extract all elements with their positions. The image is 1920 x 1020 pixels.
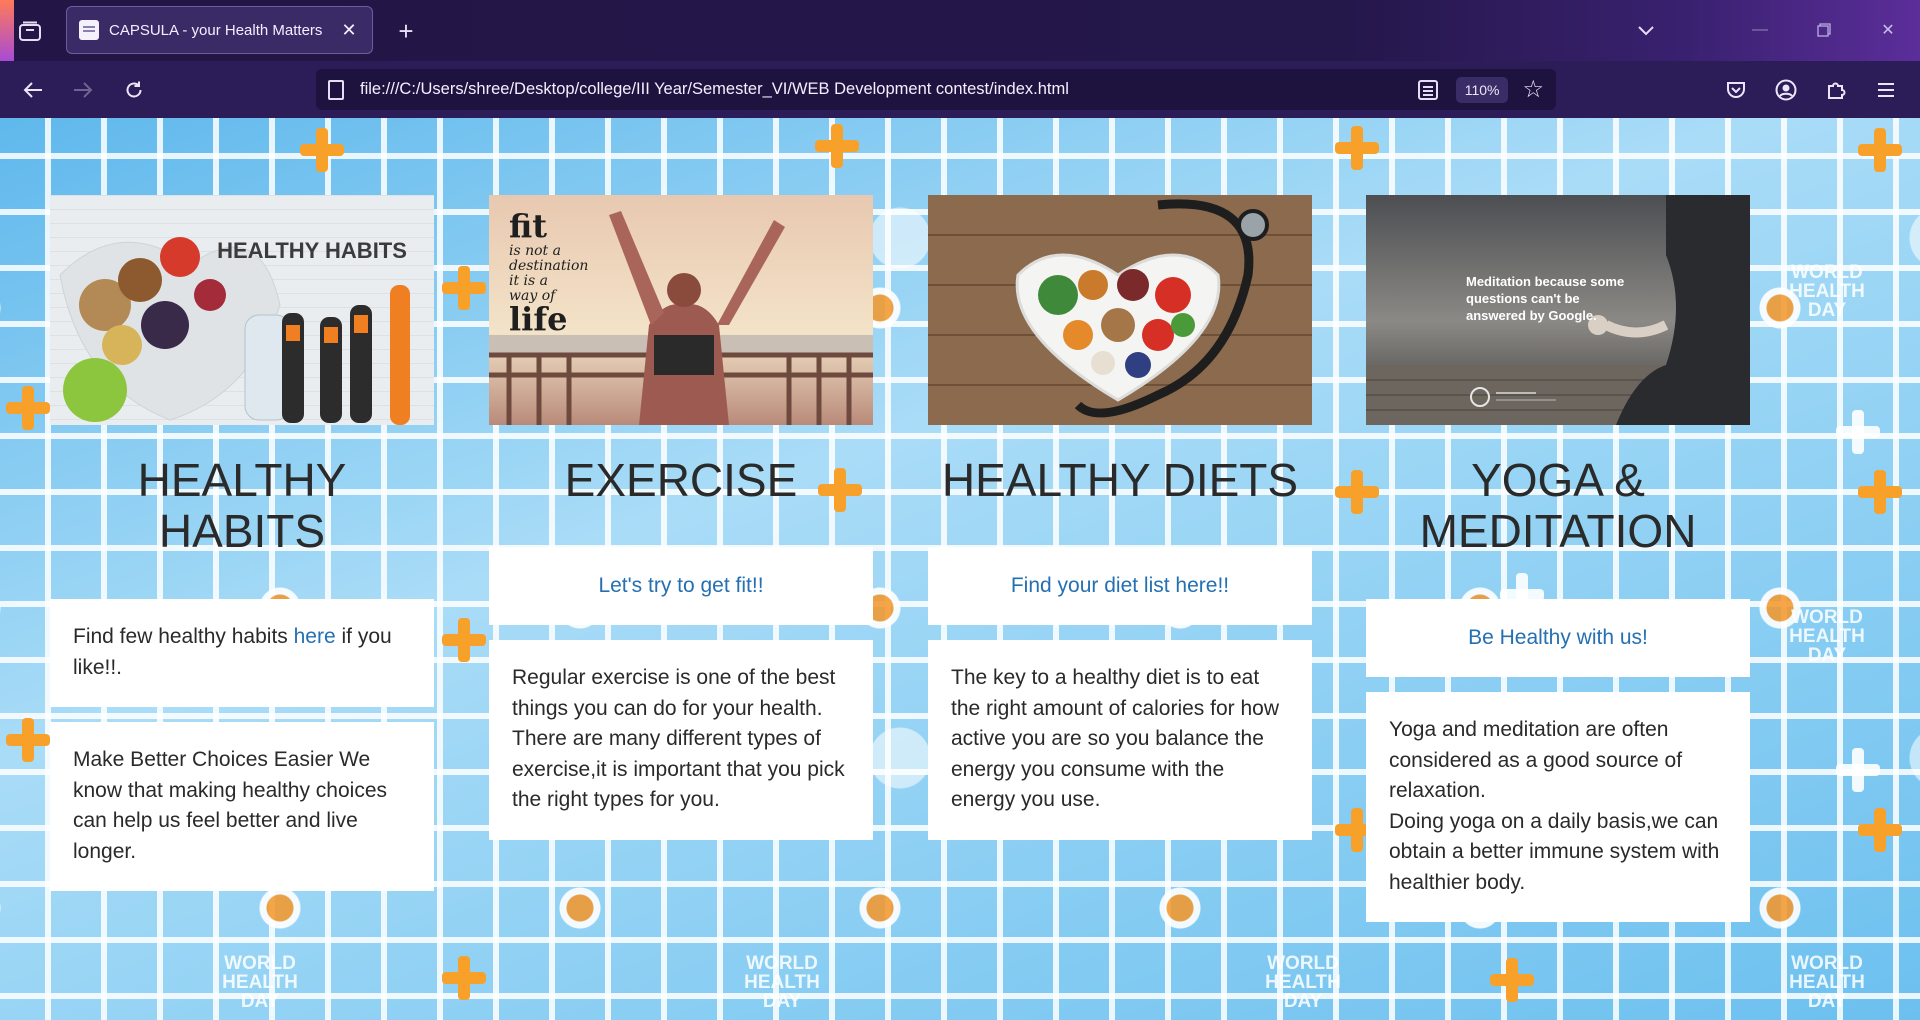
- exercise-heading: EXERCISE: [489, 455, 873, 506]
- healthy-habits-intro-box: Find few healthy habits here if you like…: [50, 599, 434, 707]
- be-healthy-link[interactable]: Be Healthy with us!: [1468, 626, 1648, 650]
- healthy-diets-image: [928, 195, 1312, 425]
- address-bar[interactable]: file:///C:/Users/shree/Desktop/college/I…: [316, 69, 1556, 110]
- svg-text:life: life: [509, 300, 567, 338]
- healthy-diets-heading: HEALTHY DIETS: [928, 455, 1312, 506]
- healthy-habits-card: HEALTHY HABITS HEALTHY HABITS Find few h…: [50, 195, 434, 891]
- decorative-plus-icon: [815, 124, 859, 168]
- healthy-diets-description-box: The key to a healthy diet is to eat the …: [928, 640, 1312, 840]
- yoga-meditation-image: Meditation because some questions can't …: [1366, 195, 1750, 425]
- image-caption-text: HEALTHY HABITS: [217, 238, 407, 263]
- app-menu-hamburger-icon[interactable]: [1870, 74, 1902, 106]
- decorative-plus-icon: [300, 128, 344, 172]
- new-tab-button[interactable]: +: [390, 15, 422, 47]
- card-heading-text: YOGA & MEDITATION: [1419, 454, 1697, 557]
- healthy-diets-link-box[interactable]: Find your diet list here!!: [928, 547, 1312, 625]
- decorative-plus-icon: [1490, 958, 1534, 1002]
- restore-window-icon[interactable]: [1802, 12, 1846, 48]
- healthy-habits-heading: HEALTHY HABITS: [50, 455, 434, 557]
- diet-list-link[interactable]: Find your diet list here!!: [1011, 574, 1229, 598]
- back-arrow-icon[interactable]: [16, 73, 50, 107]
- pocket-icon[interactable]: [1720, 74, 1752, 106]
- decorative-plus-icon: [1836, 410, 1880, 454]
- healthy-diets-card: HEALTHY DIETS Find your diet list here!!…: [928, 195, 1312, 840]
- account-icon[interactable]: [1770, 74, 1802, 106]
- decorative-plus-icon: [442, 266, 486, 310]
- forward-arrow-icon[interactable]: [66, 73, 100, 107]
- theme-accent: [0, 0, 14, 61]
- yoga-description-line2: Doing yoga on a daily basis,we can obtai…: [1389, 809, 1720, 894]
- world-health-day-badge: WORLD HEALTH DAY: [744, 953, 820, 1012]
- yoga-description-line1: Yoga and meditation are often considered…: [1389, 718, 1683, 802]
- svg-text:it is a: it is a: [509, 273, 548, 289]
- exercise-description: Regular exercise is one of the best thin…: [512, 666, 845, 811]
- decorative-plus-icon: [6, 718, 50, 762]
- reader-view-icon[interactable]: [1417, 79, 1438, 100]
- decorative-plus-icon: [442, 618, 486, 662]
- decorative-plus-icon: [1858, 470, 1902, 514]
- page-favicon-icon: [79, 20, 99, 40]
- exercise-link-box[interactable]: Let's try to get fit!!: [489, 547, 873, 625]
- yoga-link-box[interactable]: Be Healthy with us!: [1366, 599, 1750, 677]
- url-text[interactable]: file:///C:/Users/shree/Desktop/college/I…: [360, 80, 1418, 99]
- healthy-habits-description: Make Better Choices Easier We know that …: [73, 748, 388, 863]
- decorative-plus-icon: [1858, 128, 1902, 172]
- reload-icon[interactable]: [117, 73, 151, 107]
- healthy-habits-here-link[interactable]: here: [294, 625, 336, 648]
- extensions-puzzle-icon[interactable]: [1820, 74, 1852, 106]
- svg-text:is not a: is not a: [509, 243, 561, 259]
- card-heading-text: HEALTHY HABITS: [137, 454, 347, 557]
- decorative-plus-icon: [1836, 748, 1880, 792]
- exercise-card: fit is not a destination it is a way of …: [489, 195, 873, 840]
- svg-text:destination: destination: [509, 258, 588, 274]
- decorative-plus-icon: [442, 956, 486, 1000]
- list-all-tabs-chevron-icon[interactable]: [1630, 15, 1662, 47]
- decorative-plus-icon: [1858, 808, 1902, 852]
- world-health-day-badge: WORLD HEALTH DAY: [1789, 262, 1865, 321]
- exercise-image: fit is not a destination it is a way of …: [489, 195, 873, 425]
- tab-list-icon[interactable]: [14, 15, 46, 47]
- yoga-description-box: Yoga and meditation are often considered…: [1366, 692, 1750, 922]
- card-heading-text: EXERCISE: [564, 454, 798, 506]
- world-health-day-badge: WORLD HEALTH DAY: [222, 953, 298, 1012]
- minimize-window-icon[interactable]: —: [1738, 12, 1782, 48]
- page-content: WORLD HEALTH DAY WORLD HEALTH DAY WORLD HEALT…: [0, 118, 1920, 1020]
- healthy-diets-description: The key to a healthy diet is to eat the …: [951, 666, 1280, 811]
- active-tab[interactable]: CAPSULA - your Health Matters ✕: [66, 6, 373, 54]
- exercise-link[interactable]: Let's try to get fit!!: [598, 574, 763, 598]
- svg-text:fit: fit: [509, 207, 547, 245]
- zoom-level-badge[interactable]: 110%: [1455, 76, 1509, 103]
- world-health-day-badge: WORLD HEALTH DAY: [1789, 953, 1865, 1012]
- image-quote-text: Meditation because some questions can't …: [1466, 274, 1625, 323]
- exercise-description-box: Regular exercise is one of the best thin…: [489, 640, 873, 840]
- close-window-icon[interactable]: ✕: [1866, 12, 1910, 48]
- decorative-plus-icon: [6, 386, 50, 430]
- card-heading-text: HEALTHY DIETS: [941, 454, 1299, 506]
- decorative-plus-icon: [1335, 126, 1379, 170]
- world-health-day-badge: WORLD HEALTH DAY: [1265, 953, 1341, 1012]
- healthy-habits-description-box: Make Better Choices Easier We know that …: [50, 722, 434, 891]
- tab-close-icon[interactable]: ✕: [338, 20, 360, 41]
- tab-bar: CAPSULA - your Health Matters ✕ + — ✕: [0, 0, 1920, 61]
- file-page-icon: [328, 79, 344, 100]
- world-health-day-badge: WORLD HEALTH DAY: [1789, 607, 1865, 666]
- yoga-meditation-heading: YOGA & MEDITATION: [1366, 455, 1750, 557]
- healthy-habits-image: HEALTHY HABITS: [50, 195, 434, 425]
- yoga-meditation-card: Meditation because some questions can't …: [1366, 195, 1750, 922]
- bookmark-star-icon[interactable]: ☆: [1522, 75, 1544, 104]
- navigation-toolbar: file:///C:/Users/shree/Desktop/college/I…: [0, 61, 1920, 118]
- tab-title: CAPSULA - your Health Matters: [109, 21, 323, 39]
